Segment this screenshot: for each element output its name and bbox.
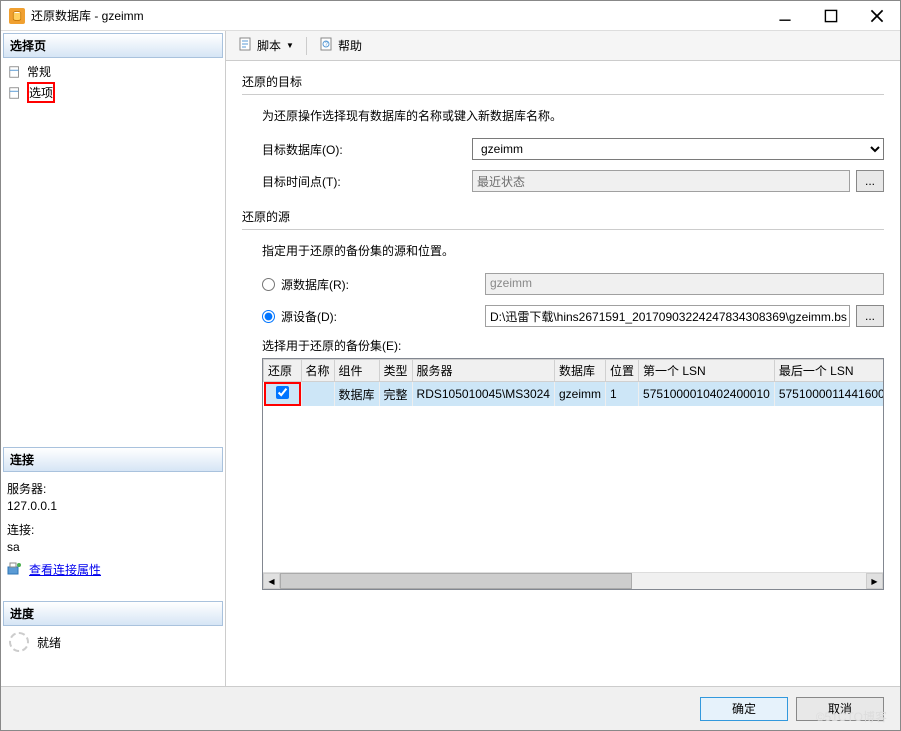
target-time-browse-button[interactable]: ...: [856, 170, 884, 192]
backup-sets-label: 选择用于还原的备份集(E):: [262, 337, 884, 354]
cell-database: gzeimm: [554, 382, 605, 407]
dialog-footer: 确定 取消: [1, 686, 900, 730]
col-server[interactable]: 服务器: [412, 360, 554, 382]
backup-sets-table: 还原 名称 组件 类型 服务器 数据库 位置 第一个 LSN 最后一个 LSN: [262, 358, 884, 590]
cell-first-lsn: 5751000010402400010: [639, 382, 775, 407]
close-button[interactable]: [854, 1, 900, 30]
window-title: 还原数据库 - gzeimm: [31, 7, 762, 24]
cell-type: 完整: [379, 382, 412, 407]
help-label: 帮助: [338, 37, 362, 54]
connection-value: sa: [7, 540, 219, 554]
col-type[interactable]: 类型: [379, 360, 412, 382]
ok-button[interactable]: 确定: [700, 697, 788, 721]
chevron-down-icon: ▼: [286, 41, 294, 50]
col-position[interactable]: 位置: [606, 360, 639, 382]
source-database-radio[interactable]: [262, 278, 275, 291]
sidebar-item-general[interactable]: 常规: [5, 62, 221, 81]
server-label: 服务器:: [7, 480, 219, 497]
scroll-left-icon[interactable]: ◀: [263, 573, 280, 589]
source-db-value: gzeimm: [485, 273, 884, 295]
server-value: 127.0.0.1: [7, 499, 219, 513]
script-icon: [238, 36, 254, 55]
cell-name: [301, 382, 334, 407]
select-page-header: 选择页: [3, 33, 223, 58]
toolbar: 脚本 ▼ ? 帮助: [226, 31, 900, 61]
horizontal-scrollbar[interactable]: ◀ ▶: [263, 572, 883, 589]
source-device-browse-button[interactable]: ...: [856, 305, 884, 327]
separator: [306, 37, 307, 55]
progress-header: 进度: [3, 601, 223, 626]
col-database[interactable]: 数据库: [554, 360, 605, 382]
restore-database-dialog: 还原数据库 - gzeimm 选择页 常规: [0, 0, 901, 731]
table-row[interactable]: 数据库 完整 RDS105010045\MS3024 gzeimm 1 5751…: [264, 382, 885, 407]
source-device-label: 源设备(D):: [281, 308, 485, 325]
cell-position: 1: [606, 382, 639, 407]
sidebar-item-label: 常规: [27, 63, 51, 80]
progress-status: 就绪: [37, 634, 61, 651]
view-connection-link[interactable]: 查看连接属性: [29, 561, 101, 578]
help-icon: ?: [319, 36, 335, 55]
scroll-thumb[interactable]: [280, 573, 632, 589]
target-time-label: 目标时间点(T):: [262, 173, 472, 190]
script-button[interactable]: 脚本 ▼: [234, 34, 298, 57]
scroll-right-icon[interactable]: ▶: [866, 573, 883, 589]
connection-icon: [7, 560, 23, 579]
source-desc: 指定用于还原的备份集的源和位置。: [262, 242, 884, 259]
minimize-button[interactable]: [762, 1, 808, 30]
sidebar: 选择页 常规 选项 连接 服务器: 127.0: [1, 31, 226, 686]
sidebar-item-options[interactable]: 选项: [5, 81, 221, 104]
target-db-label: 目标数据库(O):: [262, 141, 472, 158]
source-db-label: 源数据库(R):: [281, 276, 485, 293]
col-name[interactable]: 名称: [301, 360, 334, 382]
sidebar-item-label: 选项: [29, 86, 53, 100]
col-last-lsn[interactable]: 最后一个 LSN: [774, 360, 884, 382]
source-group-title: 还原的源: [242, 208, 884, 225]
source-device-radio[interactable]: [262, 310, 275, 323]
cell-last-lsn: 5751000011441600: [774, 382, 884, 407]
cell-component: 数据库: [334, 382, 379, 407]
restore-checkbox[interactable]: [276, 386, 289, 399]
divider: [242, 229, 884, 230]
main-panel: 脚本 ▼ ? 帮助 还原的目标 为还原操作选择现有数据库的名称或键入新数据库名称…: [226, 31, 900, 686]
titlebar: 还原数据库 - gzeimm: [1, 1, 900, 31]
target-desc: 为还原操作选择现有数据库的名称或键入新数据库名称。: [262, 107, 884, 124]
help-button[interactable]: ? 帮助: [315, 34, 366, 57]
connection-label: 连接:: [7, 521, 219, 538]
progress-spinner-icon: [9, 632, 29, 652]
page-icon: [7, 64, 23, 80]
col-first-lsn[interactable]: 第一个 LSN: [639, 360, 775, 382]
col-component[interactable]: 组件: [334, 360, 379, 382]
target-group-title: 还原的目标: [242, 73, 884, 90]
script-label: 脚本: [257, 37, 281, 54]
cell-server: RDS105010045\MS3024: [412, 382, 554, 407]
connection-header: 连接: [3, 447, 223, 472]
target-time-value: 最近状态: [472, 170, 850, 192]
divider: [242, 94, 884, 95]
cancel-button[interactable]: 取消: [796, 697, 884, 721]
maximize-button[interactable]: [808, 1, 854, 30]
database-icon: [9, 8, 25, 24]
source-device-value: D:\迅雷下载\hins2671591_20170903224247834308…: [485, 305, 850, 327]
target-database-combo[interactable]: gzeimm: [472, 138, 884, 160]
page-icon: [7, 85, 23, 101]
col-restore[interactable]: 还原: [264, 360, 302, 382]
